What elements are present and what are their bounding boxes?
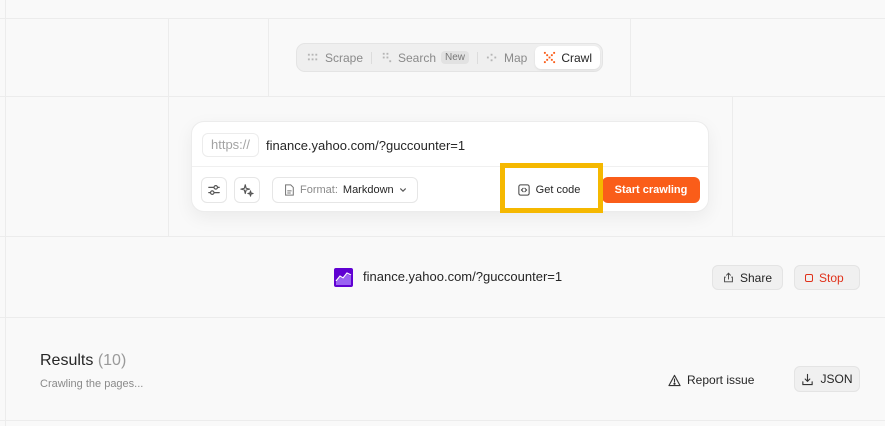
json-label: JSON <box>820 372 853 386</box>
download-json-button[interactable]: JSON <box>794 366 860 392</box>
download-icon <box>802 373 814 385</box>
sparkles-icon <box>240 184 254 197</box>
chevron-down-icon <box>399 188 406 192</box>
protocol-prefix: https:// <box>202 133 260 157</box>
options-button[interactable] <box>201 177 227 203</box>
code-icon <box>518 184 530 196</box>
grid-line <box>268 18 269 96</box>
results-title-text: Results <box>40 352 94 369</box>
mode-tabs: Scrape Search New Map Crawl <box>296 43 603 72</box>
grid-line <box>168 18 169 236</box>
grid-line <box>0 96 885 97</box>
format-select[interactable]: Format: Markdown <box>272 177 418 203</box>
get-code-label: Get code <box>535 184 581 196</box>
stop-button[interactable]: Stop <box>794 265 860 290</box>
report-issue-label: Report issue <box>687 373 755 387</box>
yahoo-logo-icon <box>334 268 353 287</box>
warning-icon <box>668 374 681 386</box>
tab-search-label: Search <box>397 50 437 65</box>
tab-scrape[interactable]: Scrape <box>299 46 371 69</box>
url-row: https:// <box>192 122 708 167</box>
share-label: Share <box>739 270 772 285</box>
share-button[interactable]: Share <box>712 265 783 290</box>
tab-map-label: Map <box>503 50 528 65</box>
share-icon <box>724 272 733 283</box>
format-value: Markdown <box>342 184 394 196</box>
grid-line <box>732 96 733 236</box>
results-title: Results (10) <box>40 352 126 370</box>
scrape-icon <box>307 53 318 61</box>
crawl-icon <box>544 51 556 64</box>
tab-scrape-label: Scrape <box>325 50 364 65</box>
tab-search[interactable]: Search New <box>372 46 477 69</box>
stop-icon <box>805 273 813 282</box>
sliders-icon <box>208 185 220 195</box>
format-label: Format: <box>300 184 338 196</box>
report-issue-button[interactable]: Report issue <box>668 370 754 390</box>
grid-line <box>0 317 885 318</box>
crawl-card: https:// Format: Ma <box>191 121 709 212</box>
search-icon <box>382 52 392 63</box>
tab-crawl[interactable]: Crawl <box>535 46 600 69</box>
crawl-status: Crawling the pages... <box>40 378 144 390</box>
stop-label: Stop <box>819 270 844 285</box>
ai-extract-button[interactable] <box>234 177 260 203</box>
grid-line <box>0 236 885 237</box>
get-code-button[interactable]: Get code <box>508 177 590 203</box>
grid-line <box>0 18 885 19</box>
start-crawling-button[interactable]: Start crawling <box>602 177 700 203</box>
grid-line <box>0 420 885 421</box>
results-count: (10) <box>97 352 127 369</box>
tab-map[interactable]: Map <box>478 46 535 69</box>
crawl-target-url[interactable]: finance.yahoo.com/?guccounter=1 <box>363 269 562 284</box>
new-badge: New <box>441 51 470 64</box>
grid-line <box>5 0 6 426</box>
grid-line <box>630 18 631 96</box>
start-crawling-label: Start crawling <box>614 184 688 196</box>
document-icon <box>285 184 294 196</box>
page: Scrape Search New Map Crawl https:// fin… <box>0 0 885 426</box>
tab-crawl-label: Crawl <box>561 50 592 65</box>
url-input[interactable] <box>266 133 666 157</box>
finance-chart-icon <box>335 272 352 285</box>
map-icon <box>486 53 497 62</box>
